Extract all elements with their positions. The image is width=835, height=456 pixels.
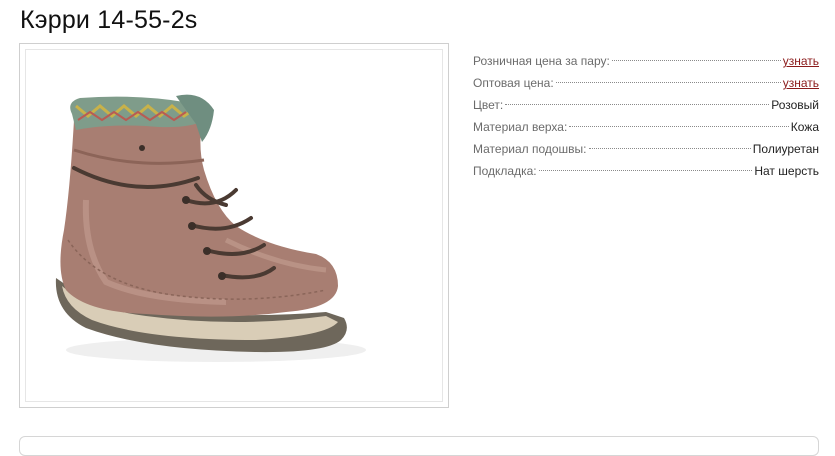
boot-image	[55, 94, 366, 362]
page-title: Кэрри 14-55-2s	[20, 6, 198, 34]
spec-label: Розничная цена за пару:	[473, 54, 610, 68]
spec-value: Кожа	[790, 120, 819, 134]
spec-value: Полиуретан	[752, 142, 819, 156]
spec-row-wholesale-price: Оптовая цена: узнать	[473, 72, 819, 94]
spec-label: Материал верха:	[473, 120, 568, 134]
dot-leader	[611, 60, 781, 61]
dot-leader	[569, 126, 789, 127]
spec-table: Розничная цена за пару: узнать Оптовая ц…	[473, 50, 819, 182]
wholesale-price-link[interactable]: узнать	[783, 72, 819, 94]
spec-label: Оптовая цена:	[473, 76, 554, 90]
spec-row-color: Цвет: Розовый	[473, 94, 819, 116]
dot-leader	[555, 82, 781, 83]
dot-leader	[588, 148, 751, 149]
spec-label: Цвет:	[473, 98, 504, 112]
spec-label: Подкладка:	[473, 164, 537, 178]
spec-row-upper-material: Материал верха: Кожа	[473, 116, 819, 138]
dot-leader	[505, 104, 770, 105]
spec-value: Нат шерсть	[754, 164, 819, 178]
spec-row-sole-material: Материал подошвы: Полиуретан	[473, 138, 819, 160]
spec-label: Материал подошвы:	[473, 142, 587, 156]
product-photo-frame[interactable]	[19, 43, 449, 408]
spec-value: Розовый	[771, 98, 819, 112]
bottom-panel	[19, 436, 819, 456]
dot-leader	[538, 170, 753, 171]
product-photo[interactable]	[25, 49, 443, 402]
retail-price-link[interactable]: узнать	[783, 50, 819, 72]
spec-row-lining: Подкладка: Нат шерсть	[473, 160, 819, 182]
spec-row-retail-price: Розничная цена за пару: узнать	[473, 50, 819, 72]
